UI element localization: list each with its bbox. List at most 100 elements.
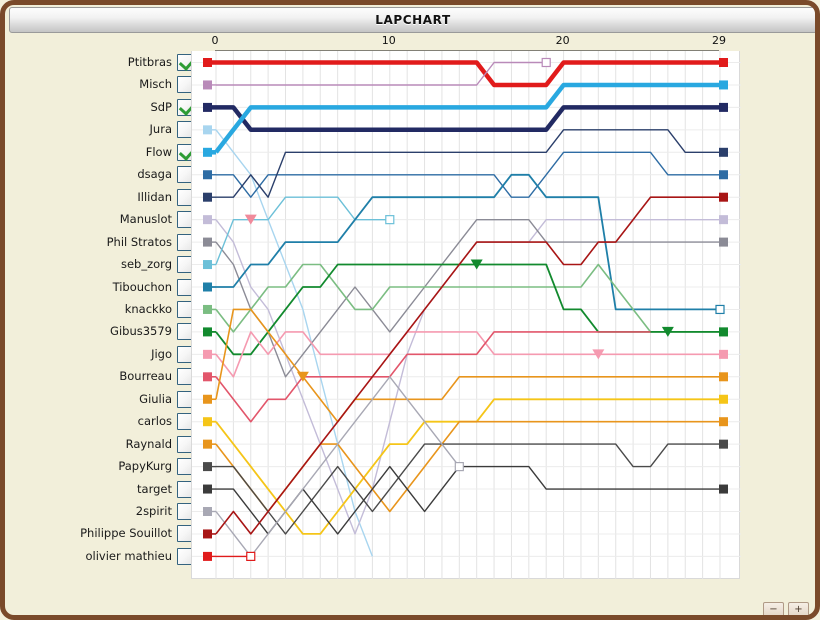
racer-row-raynald: Raynald <box>5 434 203 455</box>
zoom-controls: − + <box>763 602 809 615</box>
series-start-marker <box>203 260 212 270</box>
racer-row-manuslot: Manuslot <box>5 209 203 230</box>
racer-name-label: Philippe Souillot <box>80 526 172 541</box>
racer-name-label: dsaga <box>137 167 172 182</box>
series-start-marker <box>203 237 212 247</box>
racer-row-olivier-mathieu: olivier mathieu <box>5 546 203 567</box>
series-line <box>214 82 720 154</box>
racer-row-papykurg: PapyKurg <box>5 456 203 477</box>
racer-row-jura: Jura <box>5 119 203 140</box>
series-start-marker <box>203 147 212 157</box>
series-line <box>215 263 720 333</box>
racer-row-illidan: Illidan <box>5 187 203 208</box>
series-start-marker <box>203 551 212 561</box>
racer-row-jigo: Jigo <box>5 344 203 365</box>
racer-name-label: Ptitbras <box>127 55 172 69</box>
axis-tick-label: 29 <box>712 34 726 47</box>
racer-name-label: knackko <box>124 301 172 316</box>
racer-name-label: olivier mathieu <box>85 548 173 563</box>
series-end-marker-hollow <box>454 462 464 472</box>
racer-name-label: Flow <box>145 144 172 159</box>
racer-name-label: 2spirit <box>135 504 172 518</box>
series-end-marker <box>719 372 728 382</box>
series-start-marker <box>203 439 212 449</box>
racer-name-label: Jura <box>149 122 172 137</box>
racer-label-list: Ptitbras Misch SdP Jura Flow dsaga Illidan Manu… <box>5 35 203 595</box>
series-start-marker <box>203 170 212 180</box>
series-start-marker <box>203 462 212 472</box>
series-end-marker <box>719 349 728 359</box>
racer-row-ptitbras: Ptitbras <box>5 52 203 73</box>
series-start-marker <box>203 394 212 404</box>
series-end-marker-hollow <box>385 215 395 225</box>
racer-row-misch: Misch <box>5 74 203 95</box>
series-line <box>215 129 374 557</box>
racer-row-gibus3579: Gibus3579 <box>5 321 203 342</box>
series-start-marker <box>203 417 212 427</box>
series-start-marker <box>203 125 212 135</box>
series-start-marker <box>203 507 212 516</box>
series-start-marker <box>203 327 212 337</box>
series-end-marker <box>719 327 728 337</box>
series-end-marker <box>719 417 728 427</box>
series-end-marker <box>719 80 728 90</box>
series-end-marker <box>719 394 728 404</box>
series-line <box>216 105 720 133</box>
racer-name-label: PapyKurg <box>118 459 172 474</box>
series-start-marker <box>203 372 212 382</box>
series-start-marker <box>203 529 212 539</box>
series-start-marker <box>203 80 212 90</box>
series-line <box>216 465 720 535</box>
series-start-marker <box>203 349 212 359</box>
series-end-marker <box>719 192 728 202</box>
series-start-marker <box>203 192 212 202</box>
racer-row-knackko: knackko <box>5 299 203 320</box>
plot-area <box>191 51 741 579</box>
racer-name-label: Gibus3579 <box>110 324 172 339</box>
racer-name-label: SdP <box>150 99 172 114</box>
racer-name-label: Raynald <box>125 436 172 451</box>
series-end-marker <box>719 58 728 67</box>
series-line <box>216 129 720 198</box>
zoom-in-button[interactable]: + <box>788 602 809 615</box>
series-end-marker <box>719 237 728 247</box>
page-title: LAPCHART <box>375 13 451 27</box>
series-line <box>215 308 720 423</box>
series-end-marker <box>719 484 728 494</box>
plot-wrapper: 0 10 20 29 <box>191 34 751 595</box>
racer-row-dsaga: dsaga <box>5 164 203 185</box>
racer-name-label: Misch <box>139 77 172 92</box>
series-end-marker <box>719 147 728 157</box>
racer-row-seb-zorg: seb_zorg <box>5 254 203 275</box>
axis-tick-label: 20 <box>555 34 570 47</box>
series-end-marker-hollow <box>541 57 551 68</box>
series-start-marker <box>203 304 212 314</box>
racer-name-label: target <box>137 481 172 496</box>
racer-name-label: Giulia <box>139 391 172 406</box>
window-titlebar: LAPCHART <box>9 7 815 33</box>
racer-name-label: Illidan <box>137 189 172 204</box>
chart-board: Ptitbras Misch SdP Jura Flow dsaga Illidan Manu… <box>5 34 815 615</box>
series-end-marker-hollow <box>246 551 256 561</box>
racer-name-label: Phil Stratos <box>106 234 172 249</box>
lapchart-window: LAPCHART Ptitbras Misch SdP Jura Flow dsaga Il… <box>0 0 820 620</box>
series-end-marker-hollow <box>715 304 725 315</box>
series-end-marker <box>719 215 728 225</box>
axis-tick-label: 10 <box>381 34 396 47</box>
racer-row-2spirit: 2spirit <box>5 501 203 522</box>
lapchart-svg <box>192 51 741 579</box>
racer-row-bourreau: Bourreau <box>5 366 203 387</box>
racer-row-carlos: carlos <box>5 411 203 432</box>
series-start-marker <box>203 215 212 225</box>
series-end-marker <box>719 170 728 180</box>
racer-name-label: seb_zorg <box>120 257 172 272</box>
series-start-marker <box>203 58 212 67</box>
series-end-marker <box>719 102 728 112</box>
series-start-marker <box>203 282 212 292</box>
racer-row-phil-stratos: Phil Stratos <box>5 232 203 253</box>
racer-name-label: Tibouchon <box>112 279 172 294</box>
series-end-marker <box>719 439 728 449</box>
series-line <box>216 60 720 88</box>
racer-row-giulia: Giulia <box>5 389 203 410</box>
zoom-out-button[interactable]: − <box>763 602 784 615</box>
